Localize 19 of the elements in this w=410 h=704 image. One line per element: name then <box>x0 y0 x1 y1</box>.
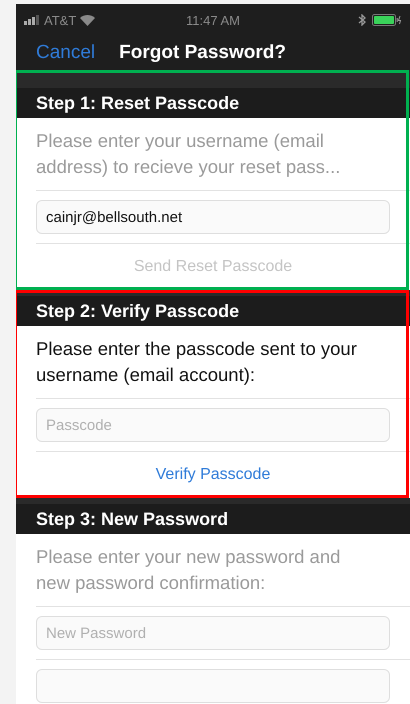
bluetooth-icon <box>358 14 366 26</box>
screen-title: Forgot Password? <box>119 42 286 64</box>
carrier-label: AT&T <box>44 12 76 28</box>
section-header: Step 1: Reset Passcode <box>16 88 410 118</box>
signal-icon <box>24 15 40 25</box>
input-field[interactable]: cainjr@bellsouth.net <box>36 200 390 234</box>
input-field[interactable] <box>36 669 390 703</box>
battery-icon <box>372 14 402 26</box>
instruction-text: Please enter the passcode sent to your username (email account): <box>36 326 410 399</box>
action-button[interactable]: Verify Passcode <box>152 462 274 488</box>
instruction-text: Please enter your username (email address) to recieve your reset pass... <box>36 118 410 191</box>
cancel-button[interactable]: Cancel <box>36 42 96 64</box>
clock: 11:47 AM <box>185 12 241 28</box>
instruction-text: Please enter your new password and new password confirmation: <box>36 534 410 607</box>
input-field[interactable]: New Password <box>36 616 390 650</box>
input-field[interactable]: Passcode <box>36 408 390 442</box>
section-header: Step 3: New Password <box>16 504 410 534</box>
section-header: Step 2: Verify Passcode <box>16 296 410 326</box>
wifi-icon <box>80 14 96 26</box>
